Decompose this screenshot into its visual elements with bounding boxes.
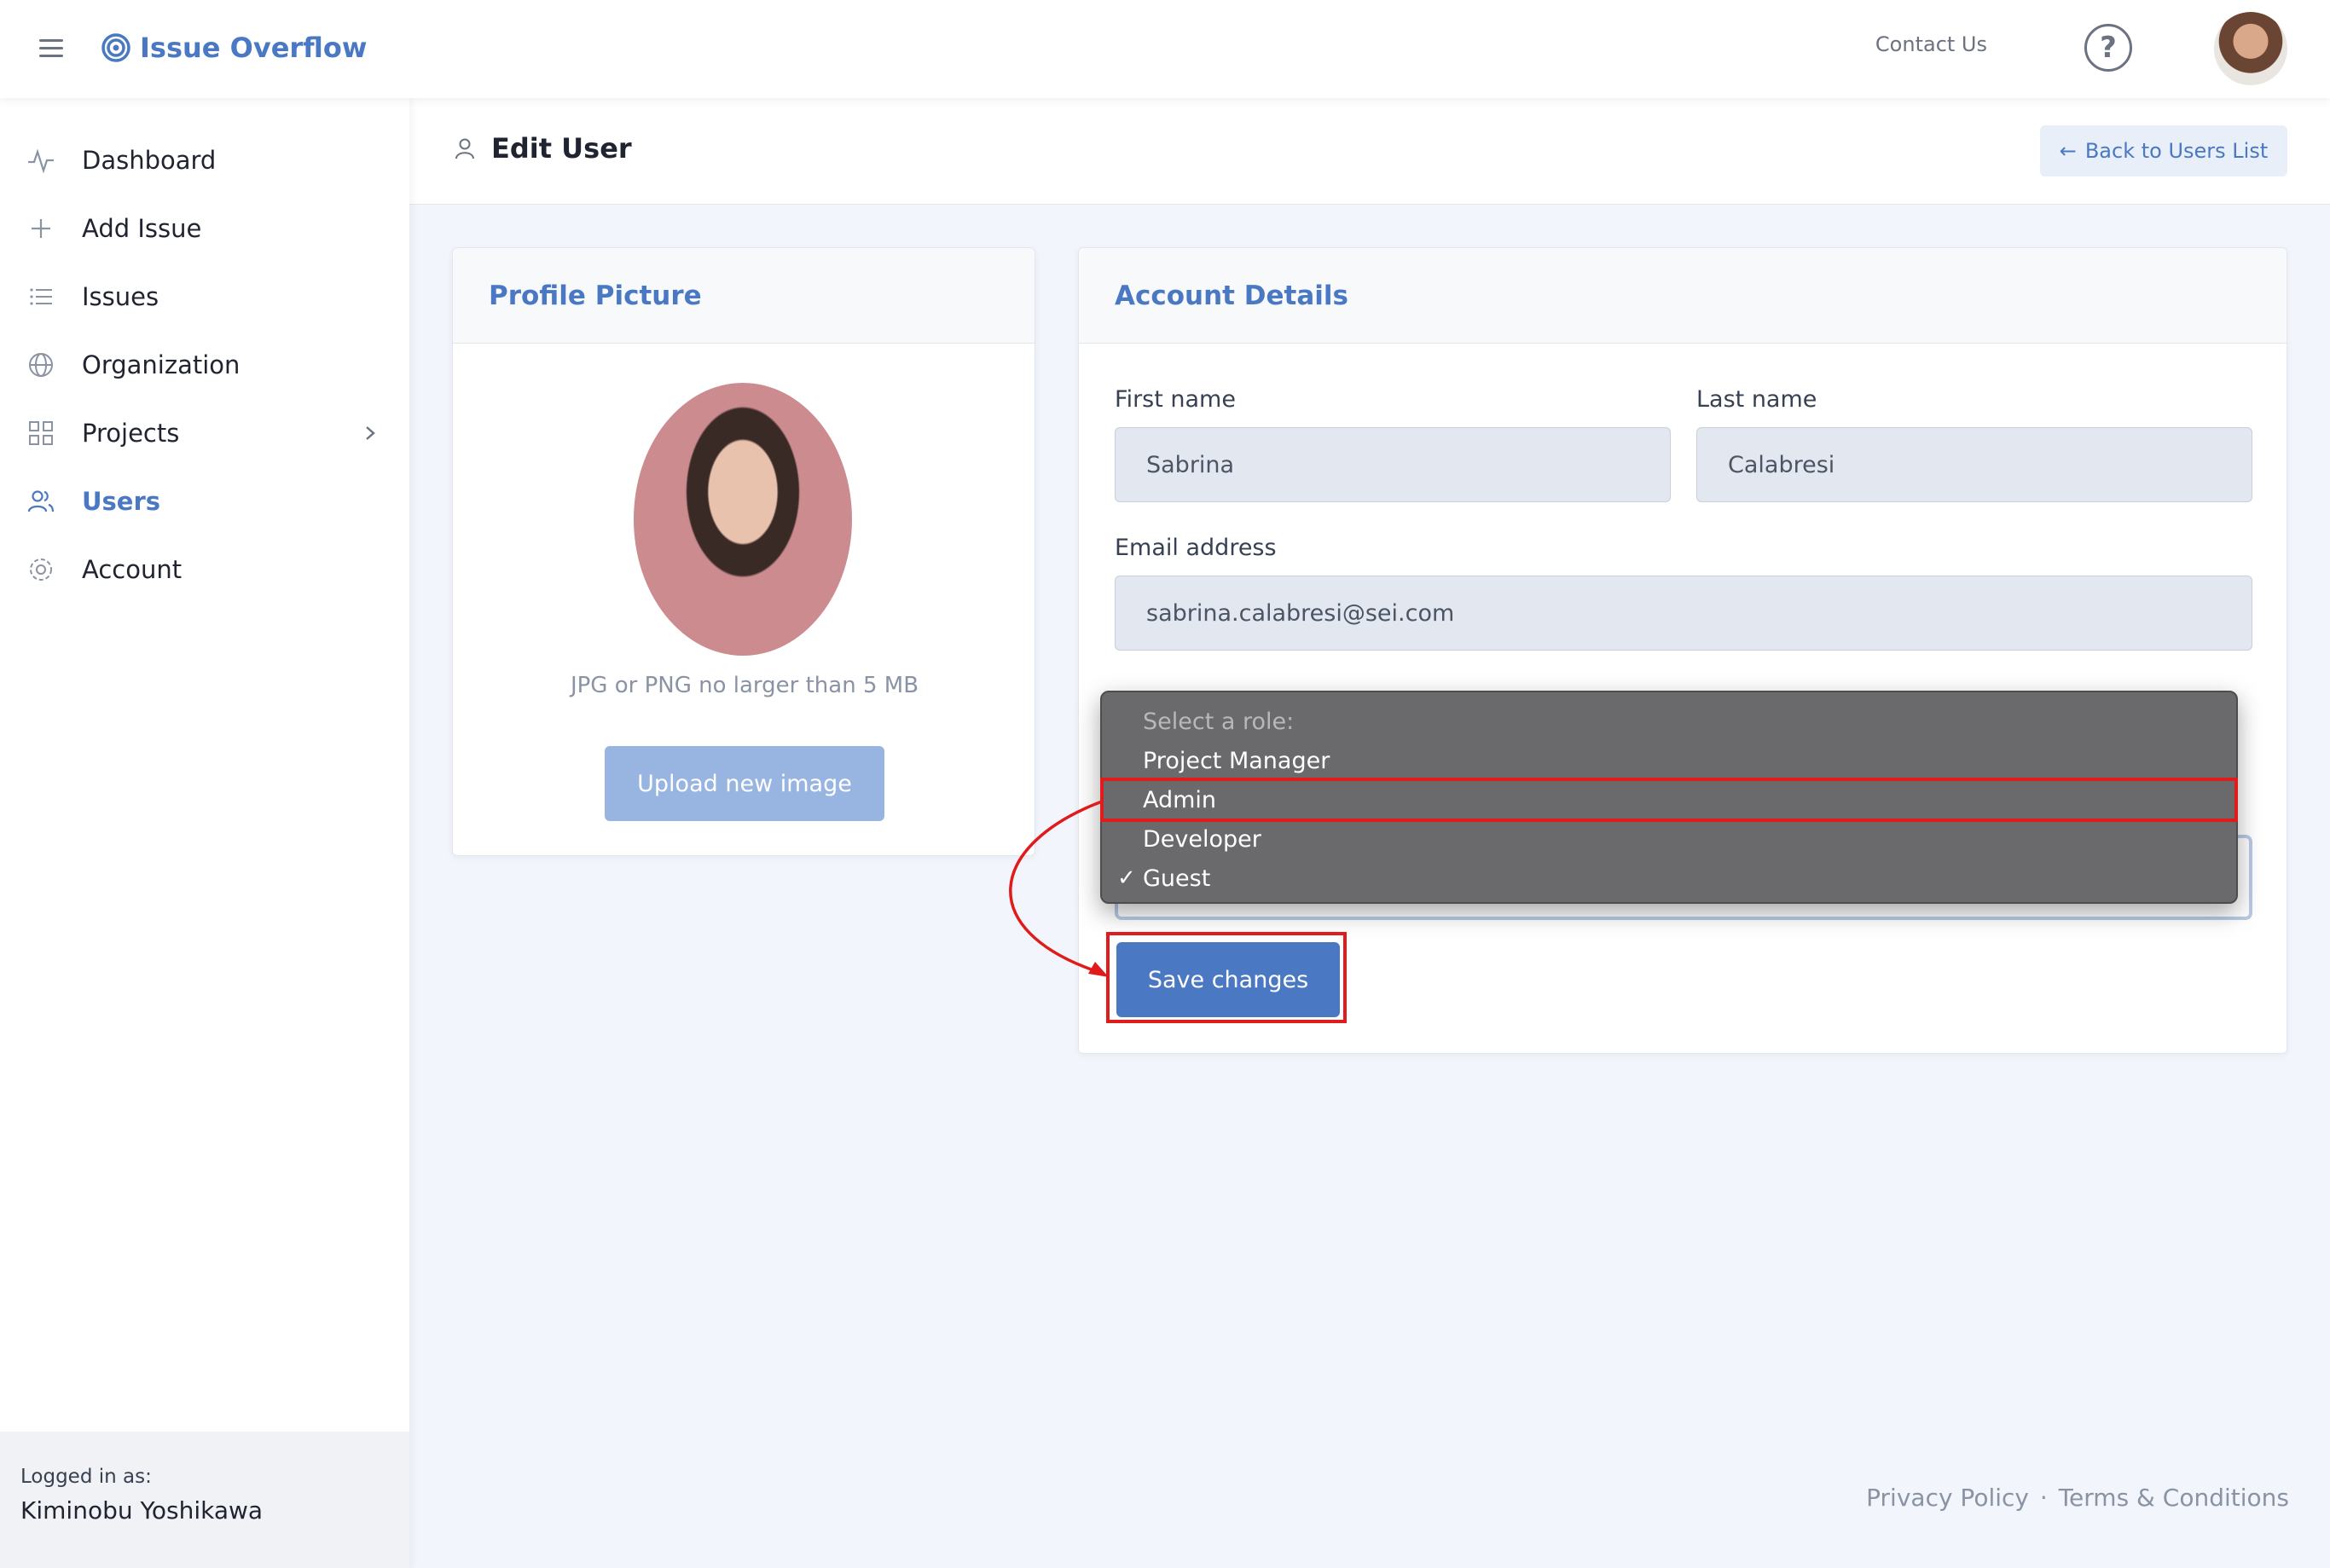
first-name-field[interactable]: Sabrina xyxy=(1115,427,1671,502)
sidebar-item-projects[interactable]: Projects xyxy=(0,403,409,463)
sidebar-item-label: Add Issue xyxy=(82,214,202,243)
card-header: Account Details xyxy=(1079,248,2287,344)
sidebar-item-account[interactable]: Account xyxy=(0,540,409,599)
sidebar-item-label: Users xyxy=(82,487,161,516)
sidebar-item-label: Organization xyxy=(82,350,241,379)
sidebar-item-add-issue[interactable]: Add Issue xyxy=(0,199,409,258)
highlight-save-button xyxy=(1106,932,1347,1023)
card-title: Account Details xyxy=(1115,280,1348,311)
brand-name: Issue Overflow xyxy=(140,32,368,64)
brand-logo[interactable]: Issue Overflow xyxy=(101,26,367,70)
globe-icon xyxy=(29,353,53,377)
back-to-users-button[interactable]: ← Back to Users List xyxy=(2040,125,2287,176)
contact-us-link[interactable]: Contact Us xyxy=(1875,32,1987,56)
role-option-label: Project Manager xyxy=(1143,747,1330,774)
user-avatar[interactable] xyxy=(2214,12,2287,85)
role-option-placeholder: Select a role: xyxy=(1102,702,2236,741)
card-title: Profile Picture xyxy=(489,280,702,311)
highlight-admin-option xyxy=(1100,778,2238,822)
role-option-label: Developer xyxy=(1143,825,1261,853)
sidebar-item-label: Dashboard xyxy=(82,146,217,175)
logged-in-label: Logged in as: xyxy=(20,1466,152,1488)
sidebar-item-users[interactable]: Users xyxy=(0,472,409,531)
upload-image-button[interactable]: Upload new image xyxy=(605,746,884,821)
back-button-label: Back to Users List xyxy=(2084,139,2269,163)
users-icon xyxy=(27,490,55,512)
sidebar-footer: Logged in as: Kiminobu Yoshikawa xyxy=(0,1432,409,1568)
upload-hint: JPG or PNG no larger than 5 MB xyxy=(570,673,919,698)
role-option-label: Select a role: xyxy=(1143,708,1295,735)
checkmark-icon: ✓ xyxy=(1117,865,1136,891)
grid-icon xyxy=(29,421,53,445)
sidebar-item-dashboard[interactable]: Dashboard xyxy=(0,130,409,190)
page-title: Edit User xyxy=(491,132,632,165)
question-circle-icon[interactable]: ? xyxy=(2084,24,2132,72)
logged-in-user-name: Kiminobu Yoshikawa xyxy=(20,1496,264,1525)
spiral-logo-icon xyxy=(101,33,130,62)
terms-link[interactable]: Terms & Conditions xyxy=(2059,1484,2289,1512)
email-field[interactable]: sabrina.calabresi@sei.com xyxy=(1115,576,2252,651)
sidebar: Dashboard Add Issue Issues Organization … xyxy=(0,98,409,1568)
last-name-field[interactable]: Calabresi xyxy=(1696,427,2252,502)
top-bar: Issue Overflow Contact Us ? xyxy=(0,0,2330,98)
card-header: Profile Picture xyxy=(453,248,1035,344)
arrow-left-icon: ← xyxy=(2059,139,2077,163)
user-icon xyxy=(455,138,474,159)
hamburger-menu-icon[interactable] xyxy=(39,39,63,57)
activity-icon xyxy=(28,148,54,174)
role-option-developer[interactable]: Developer xyxy=(1102,819,2236,859)
sidebar-item-label: Projects xyxy=(82,419,180,448)
footer-separator: · xyxy=(2039,1484,2048,1512)
sidebar-item-organization[interactable]: Organization xyxy=(0,335,409,395)
chevron-right-icon[interactable] xyxy=(362,425,379,442)
page-header: Edit User ← Back to Users List xyxy=(409,98,2330,205)
email-label: Email address xyxy=(1115,535,1277,561)
footer-links: Privacy Policy · Terms & Conditions xyxy=(1866,1484,2289,1512)
role-option-label: Guest xyxy=(1143,865,1211,892)
plus-icon xyxy=(32,219,50,238)
gear-icon xyxy=(30,558,52,581)
privacy-policy-link[interactable]: Privacy Policy xyxy=(1866,1484,2029,1512)
sidebar-item-label: Issues xyxy=(82,282,159,311)
profile-picture-card: Profile Picture JPG or PNG no larger tha… xyxy=(452,247,1035,856)
sidebar-item-label: Account xyxy=(82,555,183,584)
page-title-group: Edit User xyxy=(452,132,632,165)
sidebar-item-issues[interactable]: Issues xyxy=(0,267,409,327)
list-icon xyxy=(30,288,52,305)
first-name-label: First name xyxy=(1115,386,1236,413)
role-option-guest[interactable]: ✓ Guest xyxy=(1102,859,2236,898)
last-name-label: Last name xyxy=(1696,386,1817,413)
profile-picture xyxy=(634,383,852,656)
role-option-project-manager[interactable]: Project Manager xyxy=(1102,741,2236,780)
